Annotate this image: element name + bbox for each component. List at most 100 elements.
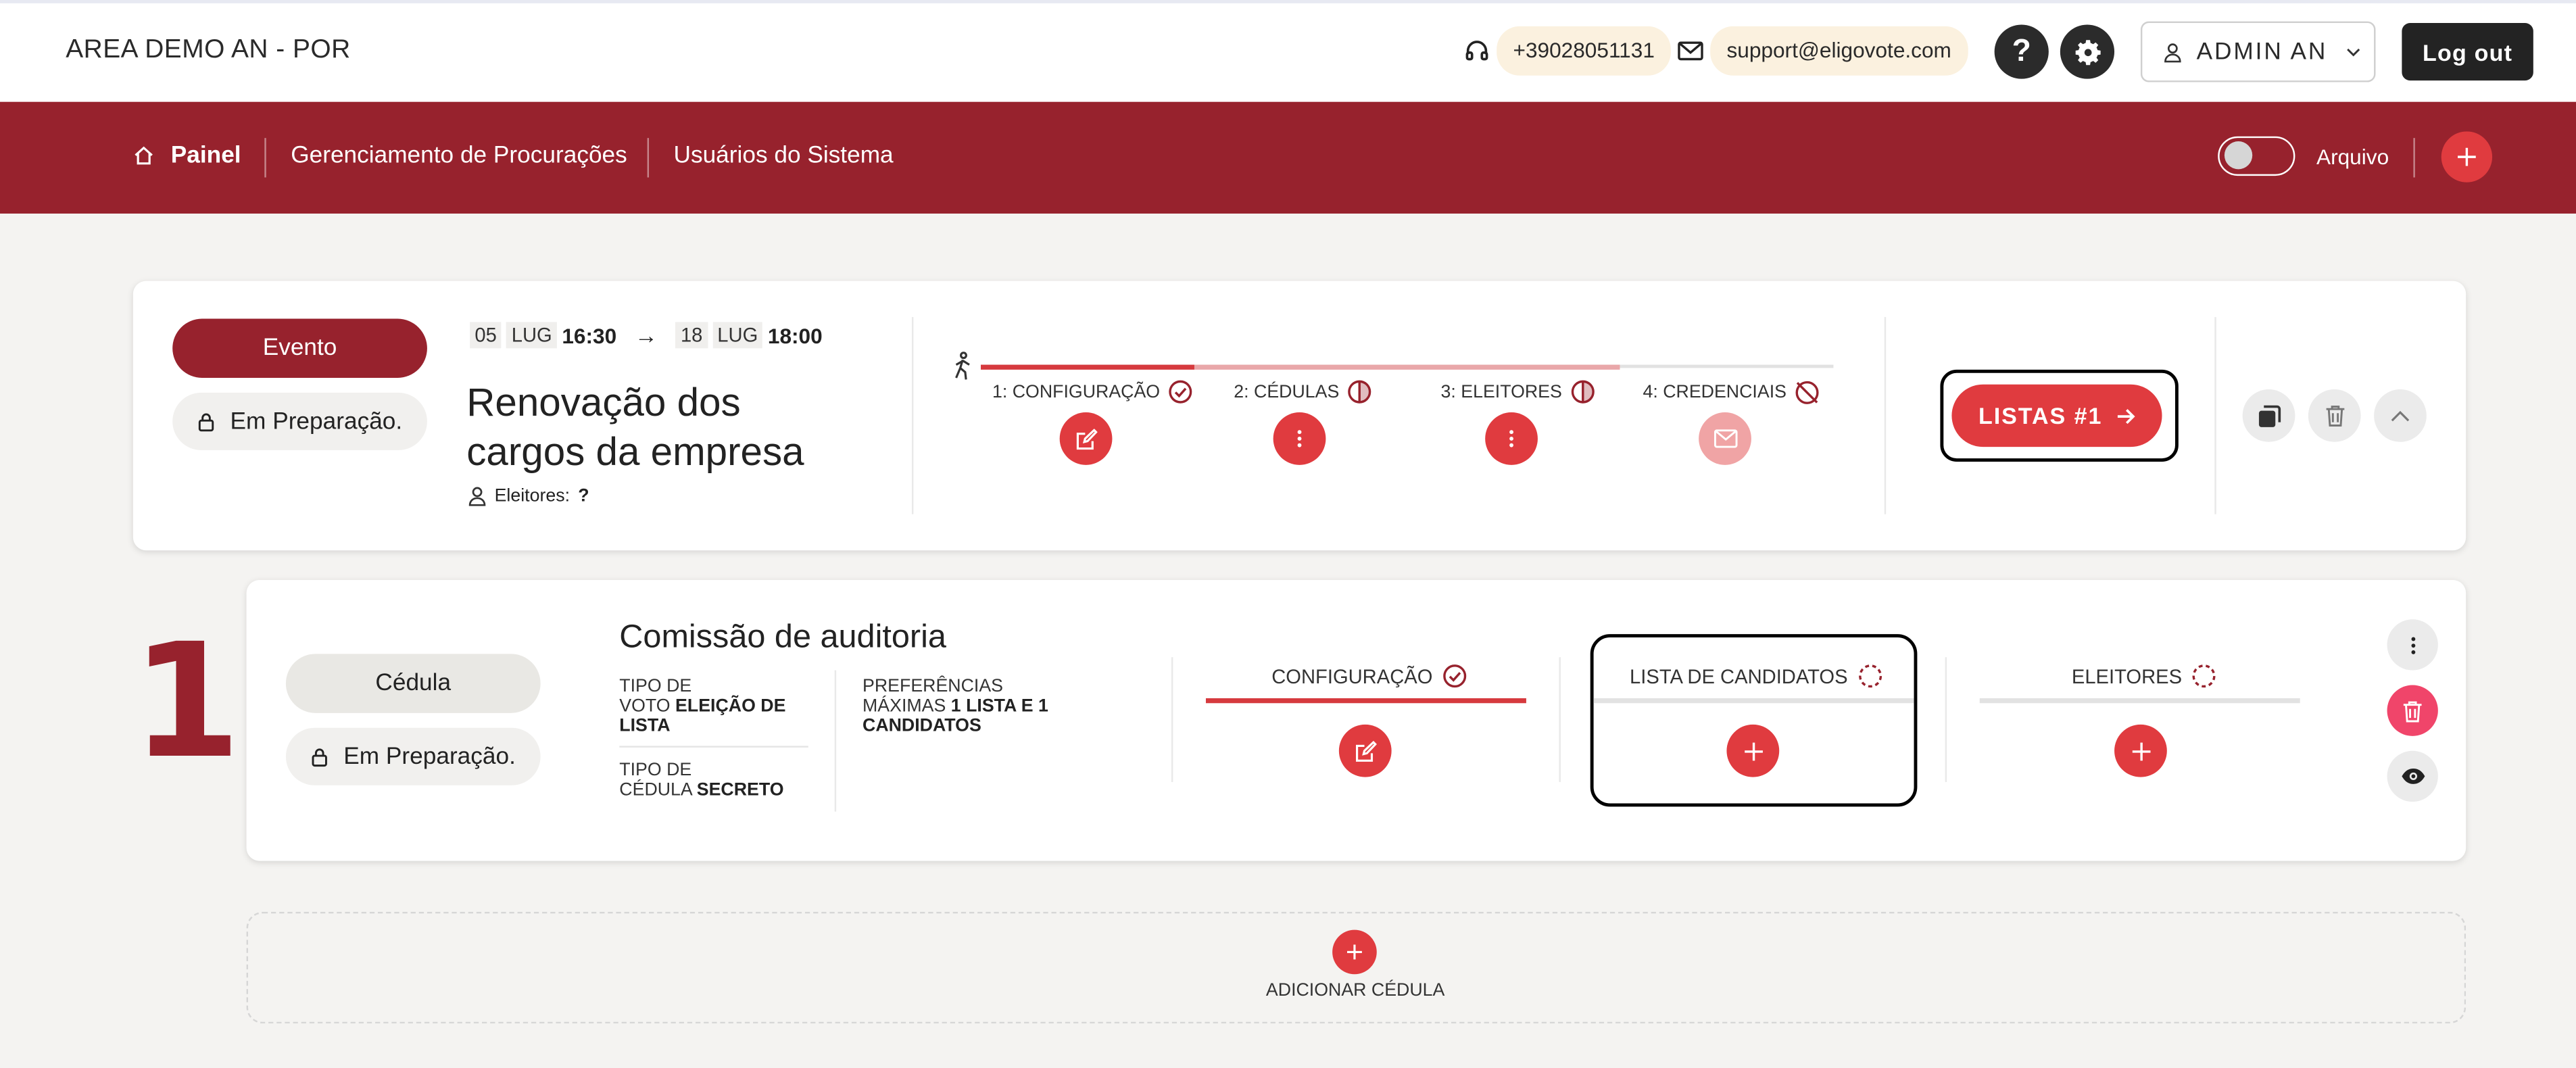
add-candidate-list-button[interactable] [1726, 724, 1780, 777]
nav-item-proxies[interactable]: Gerenciamento de Procurações [291, 143, 627, 169]
voters-value: ? [578, 486, 589, 506]
nav-divider [264, 138, 266, 178]
add-ballot-button[interactable] [1332, 929, 1377, 975]
section-progress [1593, 698, 1914, 704]
meta-label: TIPO DE [619, 677, 692, 697]
delete-event-button[interactable] [2308, 389, 2361, 442]
voters-menu-button[interactable] [1485, 412, 1538, 465]
phone-chip[interactable]: +39028051131 [1497, 26, 1672, 76]
ballot-menu-button[interactable] [2387, 619, 2438, 671]
ballot-card [246, 579, 2466, 861]
help-icon: ? [2012, 33, 2031, 68]
meta-label: TIPO DE [619, 760, 692, 781]
user-icon [2164, 43, 2181, 62]
step-configuration[interactable]: 1: CONFIGURAÇÃO [992, 379, 1193, 404]
app-title: AREA DEMO AN - POR [66, 36, 351, 64]
edit-icon [1355, 739, 1376, 761]
email-chip[interactable]: support@eligovote.com [1710, 26, 1968, 76]
dashed-circle-icon [2192, 664, 2216, 688]
plus-icon [2458, 147, 2476, 166]
end-day: 18 [675, 322, 708, 349]
divider [834, 670, 837, 812]
section-candidates-list[interactable]: LISTA DE CANDIDATOS [1630, 664, 1882, 688]
logout-button[interactable]: Log out [2402, 23, 2533, 81]
plus-icon [1347, 944, 1362, 960]
eye-icon [2401, 768, 2425, 784]
edit-ballot-configuration-button[interactable] [1338, 724, 1392, 777]
event-title-line: Renovação dos [466, 381, 741, 426]
meta-value: SECRETO [696, 780, 784, 800]
lists-button[interactable]: LISTAS #1 [1951, 384, 2162, 447]
divider [2214, 317, 2216, 514]
divider [1171, 657, 1173, 782]
start-day: 05 [470, 322, 502, 349]
end-time: 18:00 [767, 322, 823, 348]
section-label: ELEITORES [2071, 664, 2183, 688]
user-icon [468, 487, 486, 506]
section-configuration[interactable]: CONFIGURAÇÃO [1271, 664, 1467, 688]
nav-item-painel[interactable]: Painel [171, 143, 241, 169]
kebab-icon [2410, 636, 2415, 654]
step-voters[interactable]: 3: ELEITORES [1441, 379, 1595, 404]
collapse-button[interactable] [2374, 389, 2427, 442]
add-event-button[interactable] [2441, 131, 2493, 183]
section-progress [1979, 698, 2300, 704]
walking-person-icon [951, 351, 974, 389]
step-label: 1: CONFIGURAÇÃO [992, 382, 1161, 402]
add-ballot-label: ADICIONAR CÉDULA [1265, 981, 1445, 1001]
stepper-progress [981, 364, 1194, 370]
meta-label: MÁXIMAS [862, 696, 946, 717]
nav-item-system-users[interactable]: Usuários do Sistema [674, 143, 894, 169]
meta-label: PREFERÊNCIAS [862, 677, 1004, 697]
ballots-menu-button[interactable] [1273, 412, 1326, 465]
step-credentials[interactable]: 4: CREDENCIAIS [1643, 379, 1822, 406]
user-menu-button[interactable]: ADMIN AN [2140, 21, 2376, 82]
event-date-range: 05 LUG 16:30 → 18 LUG 18:00 [470, 322, 823, 349]
step-label: 4: CREDENCIAIS [1643, 383, 1787, 403]
arrow-right-icon [2117, 408, 2135, 423]
chevron-down-icon [2346, 47, 2360, 56]
user-label: ADMIN AN [2196, 39, 2328, 66]
copy-icon [2258, 404, 2280, 427]
check-circle-icon [1169, 380, 1192, 404]
divider [911, 317, 914, 514]
ballot-title: Comissão de auditoria [619, 619, 946, 656]
add-voters-button[interactable] [2114, 724, 2167, 777]
meta-label: VOTO [619, 696, 671, 717]
meta-value: 1 LISTA E 1 [950, 696, 1048, 717]
help-button[interactable]: ? [1994, 24, 2049, 79]
step-label: 2: CÉDULAS [1234, 382, 1340, 402]
mail-icon [1678, 39, 1704, 70]
lists-button-label: LISTAS #1 [1978, 402, 2103, 429]
kebab-icon [1297, 430, 1302, 447]
send-credentials-button[interactable] [1699, 412, 1751, 465]
mail-send-icon [1713, 429, 1737, 448]
archive-toggle[interactable] [2218, 136, 2295, 176]
dashed-circle-icon [1858, 664, 1882, 688]
headset-icon [1464, 38, 1490, 72]
meta-label: CÉDULA [619, 780, 692, 800]
start-time: 16:30 [562, 322, 617, 348]
half-circle-icon [1571, 380, 1595, 404]
step-ballots[interactable]: 2: CÉDULAS [1234, 379, 1372, 404]
step-label: 3: ELEITORES [1440, 382, 1562, 402]
section-label: CONFIGURAÇÃO [1271, 664, 1433, 688]
chevron-up-icon [2391, 410, 2410, 421]
meta-value: LISTA [619, 716, 671, 736]
section-voters[interactable]: ELEITORES [2072, 664, 2216, 688]
meta-value: ELEIÇÃO DE [675, 696, 786, 717]
nav-divider [647, 138, 650, 178]
ballot-status-badge: Em Preparação. [285, 727, 541, 785]
preview-ballot-button[interactable] [2387, 750, 2438, 802]
settings-button[interactable] [2060, 24, 2115, 79]
meta-value: CANDIDATOS [862, 716, 981, 736]
event-title-line: cargos da empresa [466, 430, 804, 475]
edit-configuration-button[interactable] [1059, 412, 1113, 465]
trash-icon [2325, 406, 2344, 427]
section-label: LISTA DE CANDIDATOS [1630, 664, 1848, 688]
ballot-kind: TIPO DE CÉDULA SECRETO [619, 760, 808, 800]
delete-ballot-button[interactable] [2387, 685, 2438, 736]
divider [619, 746, 808, 748]
duplicate-event-button[interactable] [2242, 389, 2295, 442]
divider [1559, 657, 1561, 782]
